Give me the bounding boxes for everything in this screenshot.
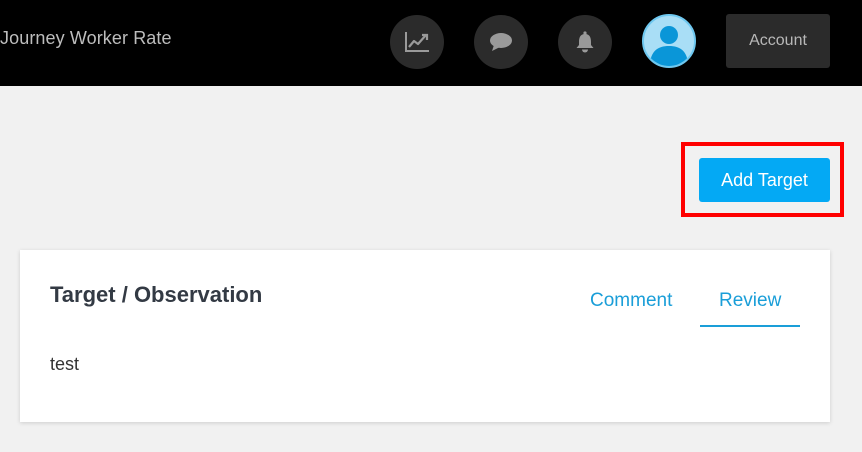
stats-button[interactable]: [390, 15, 444, 69]
messages-button[interactable]: [474, 15, 528, 69]
add-target-button[interactable]: Add Target: [699, 158, 830, 202]
tab-comment[interactable]: Comment: [590, 290, 672, 312]
notifications-button[interactable]: [558, 15, 612, 69]
chat-icon: [490, 33, 512, 51]
tab-review[interactable]: Review: [719, 290, 781, 312]
card-title: Target / Observation: [50, 282, 263, 307]
chart-icon: [405, 32, 429, 52]
bell-icon: [576, 31, 594, 53]
active-tab-indicator: [700, 325, 800, 327]
card-body-text: test: [50, 354, 80, 374]
user-avatar[interactable]: [642, 14, 696, 68]
target-observation-card: Target / Observation Comment Review test: [20, 250, 830, 422]
user-avatar-icon: [650, 26, 688, 66]
top-navbar: Journey Worker Rate Account: [0, 0, 862, 86]
app-title: Journey Worker Rate: [0, 28, 172, 48]
account-button[interactable]: Account: [726, 14, 830, 68]
